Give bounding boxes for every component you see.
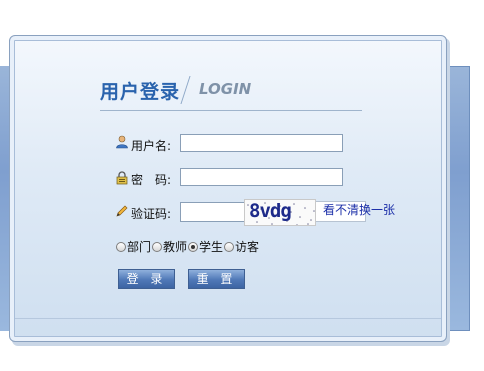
captcha-label: 验证码: (131, 207, 172, 221)
username-label: 用户名: (131, 139, 172, 153)
captcha-input[interactable] (180, 202, 246, 222)
role-label: 访客 (235, 240, 260, 254)
role-label: 教师 (163, 240, 188, 254)
reset-button[interactable]: 重 置 (188, 269, 245, 289)
panel-footer-divider (15, 318, 441, 337)
page-title: 用户登录 (100, 81, 181, 103)
role-label: 部门 (127, 240, 152, 254)
radio-button[interactable] (224, 241, 235, 252)
role-radio-group: 部门 教师 学生 访客 (116, 238, 260, 255)
captcha-refresh-link[interactable]: 看不清换一张 (323, 201, 395, 218)
user-icon (116, 135, 128, 149)
login-button[interactable]: 登 录 (118, 269, 175, 289)
radio-button[interactable] (116, 241, 126, 252)
username-input[interactable] (180, 134, 343, 152)
lock-icon (116, 171, 128, 185)
role-label: 学生 (199, 240, 224, 254)
role-option-department[interactable]: 部门 (116, 238, 151, 255)
password-label: 密 码: (131, 173, 172, 187)
role-option-student[interactable]: 学生 (188, 238, 223, 255)
radio-button[interactable] (152, 241, 163, 252)
password-input[interactable] (180, 168, 343, 186)
role-option-visitor[interactable]: 访客 (224, 238, 259, 255)
radio-button-selected[interactable] (188, 241, 199, 252)
pencil-icon (116, 205, 128, 217)
title-underline (100, 110, 362, 111)
role-option-teacher[interactable]: 教师 (152, 238, 187, 255)
page-subtitle: LOGIN (199, 80, 252, 98)
captcha-text: 8vdg (249, 200, 292, 222)
captcha-image[interactable]: 8vdg (244, 199, 316, 226)
